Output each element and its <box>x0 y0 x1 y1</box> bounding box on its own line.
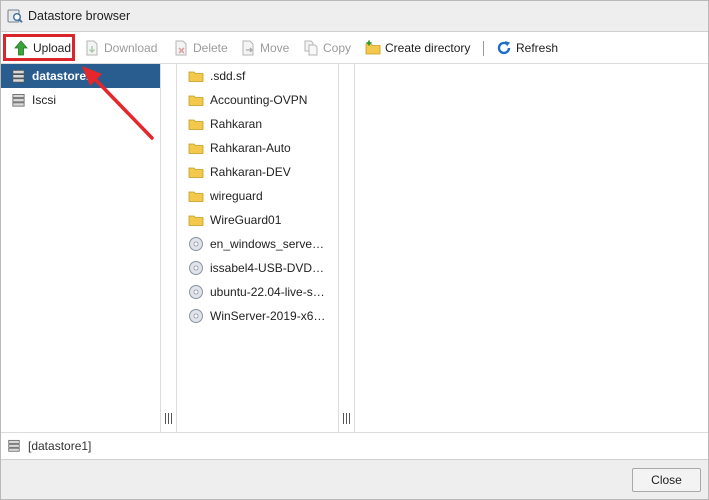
datastore-icon <box>8 439 20 452</box>
file-name: wireguard <box>210 189 263 203</box>
refresh-button[interactable]: Refresh <box>496 36 558 60</box>
copy-icon <box>304 40 318 56</box>
disc-icon <box>189 261 203 275</box>
grip-icon <box>343 413 350 424</box>
move-button[interactable]: Move <box>240 36 289 60</box>
folder-item[interactable]: Rahkaran-DEV <box>188 160 291 184</box>
current-path: [datastore1] <box>28 439 92 453</box>
title-bar: Datastore browser <box>1 1 708 32</box>
file-name: WinServer-2019-x6… <box>210 309 326 323</box>
datastore-icon <box>12 93 25 106</box>
left-pane-resize-handle[interactable] <box>161 64 177 432</box>
toolbar-separator <box>483 41 484 56</box>
window-title: Datastore browser <box>28 9 131 23</box>
status-bar: [datastore1] <box>1 432 708 460</box>
middle-pane-resize-handle[interactable] <box>339 64 355 432</box>
folder-item[interactable]: Accounting-OVPN <box>188 88 307 112</box>
delete-icon <box>175 40 187 56</box>
copy-label: Copy <box>323 41 352 55</box>
datastore-item-iscsi[interactable]: Iscsi <box>1 88 160 112</box>
iso-file-item[interactable]: WinServer-2019-x6… <box>188 304 325 328</box>
folder-item[interactable]: Rahkaran-Auto <box>188 136 291 160</box>
folder-icon <box>188 215 204 226</box>
file-name: Rahkaran-DEV <box>210 165 291 179</box>
create-directory-label: Create directory <box>385 41 471 55</box>
datastore-label: Iscsi <box>32 93 56 107</box>
file-name: Accounting-OVPN <box>210 93 308 107</box>
datastore-item-datastore1[interactable]: datastore1 <box>1 64 160 88</box>
folder-icon <box>188 167 204 178</box>
datastore-icon <box>12 69 25 82</box>
refresh-label: Refresh <box>516 41 559 55</box>
iso-file-item[interactable]: issabel4-USB-DVD… <box>188 256 324 280</box>
move-icon <box>242 40 254 56</box>
file-name: en_windows_serve… <box>210 237 325 251</box>
iso-file-item[interactable]: ubuntu-22.04-live-s… <box>188 280 325 304</box>
dialog-footer: Close <box>1 460 708 499</box>
file-name: Rahkaran <box>210 117 263 131</box>
move-label: Move <box>260 41 290 55</box>
file-name: ubuntu-22.04-live-s… <box>210 285 325 299</box>
datastore-browser-window: Datastore browser Upload Download Delete <box>0 0 709 500</box>
iso-file-item[interactable]: en_windows_serve… <box>188 232 324 256</box>
folder-icon <box>188 71 204 82</box>
upload-label: Upload <box>33 41 72 55</box>
folder-item[interactable]: WireGuard01 <box>188 208 281 232</box>
folder-item[interactable]: .sdd.sf <box>188 64 245 88</box>
disc-icon <box>189 309 203 323</box>
upload-arrow-icon <box>14 40 28 56</box>
download-label: Download <box>104 41 158 55</box>
datastore-label: datastore1 <box>32 69 93 83</box>
upload-button[interactable]: Upload <box>13 36 71 60</box>
file-name: issabel4-USB-DVD… <box>210 261 325 275</box>
toolbar: Upload Download Delete Move Copy Create … <box>1 32 708 64</box>
datastore-browser-icon <box>7 9 23 23</box>
file-list: .sdd.sf Accounting-OVPN Rahkaran Rahkara… <box>177 64 339 432</box>
grip-icon <box>165 413 172 424</box>
close-button[interactable]: Close <box>632 468 701 492</box>
delete-button[interactable]: Delete <box>173 36 228 60</box>
download-button[interactable]: Download <box>84 36 157 60</box>
disc-icon <box>189 285 203 299</box>
download-icon <box>86 40 98 56</box>
folder-icon <box>188 119 204 130</box>
copy-button[interactable]: Copy <box>303 36 351 60</box>
file-name: WireGuard01 <box>210 213 282 227</box>
file-name: Rahkaran-Auto <box>210 141 291 155</box>
folder-item[interactable]: Rahkaran <box>188 112 262 136</box>
datastore-list: datastore1 Iscsi <box>1 64 161 432</box>
file-name: .sdd.sf <box>210 69 246 83</box>
folder-icon <box>188 191 204 202</box>
create-directory-button[interactable]: Create directory <box>365 36 470 60</box>
new-folder-icon <box>365 40 381 55</box>
refresh-icon <box>497 41 511 55</box>
folder-icon <box>188 143 204 154</box>
folder-icon <box>188 95 204 106</box>
disc-icon <box>189 237 203 251</box>
folder-item[interactable]: wireguard <box>188 184 263 208</box>
delete-label: Delete <box>193 41 228 55</box>
file-details-pane <box>355 64 708 432</box>
